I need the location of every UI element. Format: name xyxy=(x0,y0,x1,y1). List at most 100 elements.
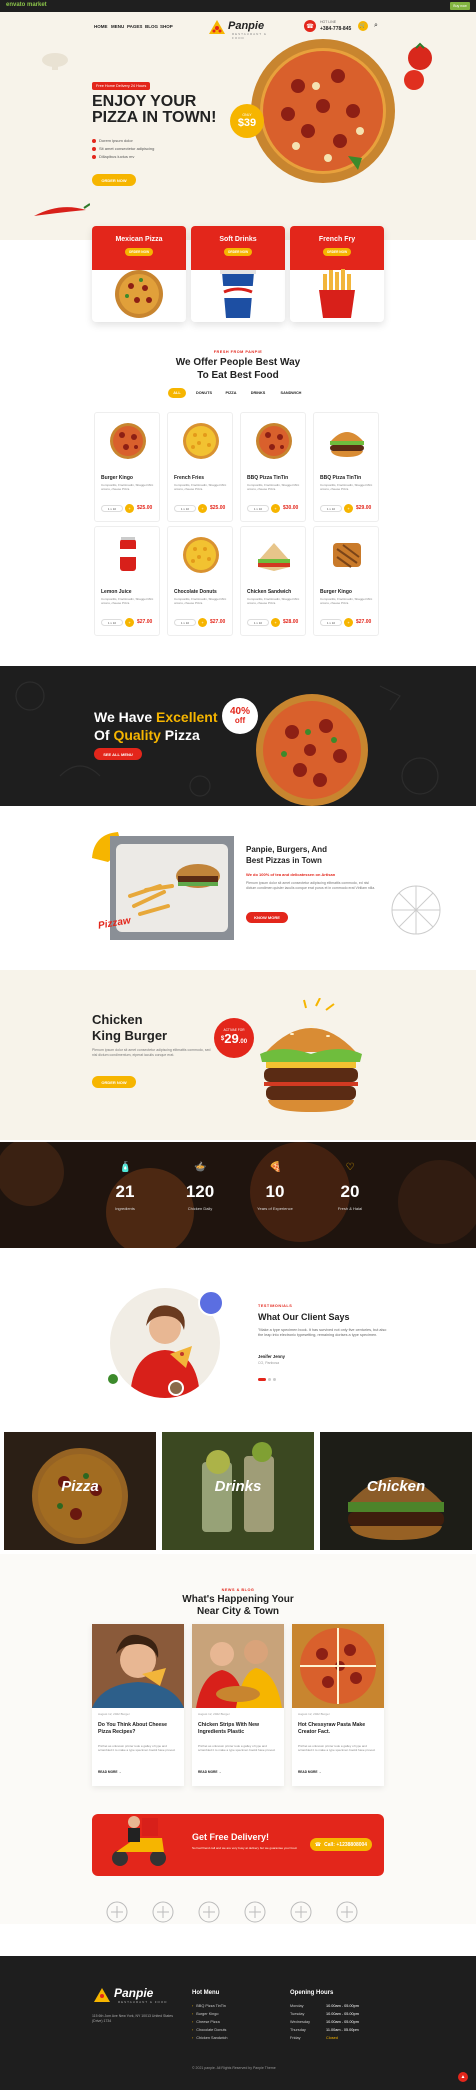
news-meta: August 12, 2022 Burger xyxy=(98,1712,130,1716)
footer-menu-item[interactable]: Cheese Pizza xyxy=(192,2020,219,2024)
footer-menu-item[interactable]: Chocolate Donuts xyxy=(192,2028,226,2032)
food-card[interactable]: Chocolate Donuts Compositlis, Fractimadin… xyxy=(167,526,233,636)
add-to-cart-icon[interactable]: + xyxy=(271,618,280,627)
nav-blog[interactable]: BLOG xyxy=(145,24,158,29)
read-more-link[interactable]: READ MORE → xyxy=(198,1770,222,1774)
news-post-title[interactable]: Hot Chessyraw Pasta Make Creator Fact. xyxy=(298,1722,380,1736)
food-name[interactable]: BBQ Pizza TinTin xyxy=(247,475,288,481)
search-icon[interactable]: ⌕ xyxy=(374,22,378,30)
gallery-drinks[interactable]: Drinks xyxy=(162,1432,314,1550)
news-card[interactable]: August 12, 2022 Burger Chicken Strips Wit… xyxy=(192,1624,284,1786)
filter-tab-pizza[interactable]: PIZZA xyxy=(220,388,242,398)
add-to-cart-icon[interactable]: + xyxy=(344,618,353,627)
quantity-stepper[interactable]: 1 x 10 xyxy=(247,505,269,512)
footer-menu-item[interactable]: Chicken Sandwich xyxy=(192,2036,227,2040)
see-all-menu-button[interactable]: SEE ALL MENU xyxy=(94,748,142,760)
food-card[interactable]: Burger Kingo Compositlis, Fractimadin, Sb… xyxy=(94,412,160,522)
testimonial-eyebrow: TESTIMONIALS xyxy=(258,1304,293,1308)
testimonial-name: Jenifer Jenny xyxy=(258,1354,285,1359)
brand-logo[interactable] xyxy=(196,1900,222,1924)
envato-logo[interactable]: envato market xyxy=(6,2,47,8)
read-more-link[interactable]: READ MORE → xyxy=(298,1770,322,1774)
quality-title-part: Pizza xyxy=(160,727,200,743)
slider-dot[interactable] xyxy=(268,1378,271,1381)
food-name[interactable]: Lemon Juice xyxy=(101,589,132,595)
news-image[interactable] xyxy=(92,1624,184,1708)
category-order-button[interactable]: ORDER NOW xyxy=(224,248,252,256)
food-card[interactable]: Lemon Juice Compositlis, Fractimadin, Sba… xyxy=(94,526,160,636)
category-card-french-fry[interactable]: French Fry ORDER NOW xyxy=(290,226,384,322)
site-logo[interactable]: Panpie RESTAURANT & FOOD xyxy=(208,18,270,40)
news-card[interactable]: August 12, 2022 Burger Hot Chessyraw Past… xyxy=(292,1624,384,1786)
filter-tab-all[interactable]: ALL xyxy=(168,388,186,398)
footer-hours-day: Thursday xyxy=(290,2028,306,2032)
hero-order-button[interactable]: ORDER NOW xyxy=(92,174,136,186)
read-more-link[interactable]: READ MORE → xyxy=(98,1770,122,1774)
food-card[interactable]: Chicken Sandwich Compositlis, Fractimadin… xyxy=(240,526,306,636)
nav-shop[interactable]: SHOP xyxy=(160,24,173,29)
category-card-mexican-pizza[interactable]: Mexican Pizza ORDER NOW xyxy=(92,226,186,322)
news-card[interactable]: August 12, 2022 Burger Do You Think About… xyxy=(92,1624,184,1786)
filter-tab-drinks[interactable]: DRINKS xyxy=(246,388,270,398)
quantity-stepper[interactable]: 1 x 10 xyxy=(320,505,342,512)
food-name[interactable]: Chocolate Donuts xyxy=(174,589,217,595)
scroll-to-top-icon[interactable]: ▲ xyxy=(458,2072,468,2082)
brand-logo[interactable] xyxy=(288,1900,314,1924)
client-avatar-1[interactable] xyxy=(198,1290,224,1316)
quantity-stepper[interactable]: 1 x 10 xyxy=(174,505,196,512)
quantity-stepper[interactable]: 1 x 10 xyxy=(101,505,123,512)
quantity-stepper[interactable]: 1 x 10 xyxy=(320,619,342,626)
footer-logo-name[interactable]: Panpie xyxy=(114,1986,153,2000)
best-food-title: We Offer People Best Way To Eat Best Foo… xyxy=(148,356,328,382)
slider-dot-active[interactable] xyxy=(258,1378,266,1381)
filter-tab-donuts[interactable]: DONUTS xyxy=(192,388,216,398)
nav-pages[interactable]: PAGES xyxy=(127,24,142,29)
news-post-title[interactable]: Chicken Strips With New Ingredients Plas… xyxy=(198,1722,280,1736)
food-card[interactable]: BBQ Pizza TinTin Compositlis, Fractimadin… xyxy=(313,412,379,522)
nav-menu[interactable]: MENU xyxy=(111,24,124,29)
add-to-cart-icon[interactable]: + xyxy=(125,504,134,513)
filter-tab-sandwich[interactable]: SANDWICH xyxy=(274,388,308,398)
hotline-number[interactable]: +384-778-845 xyxy=(320,26,351,32)
nav-home[interactable]: HOME xyxy=(94,24,108,29)
food-card[interactable]: BBQ Pizza TinTin Compositlis, Fractimadin… xyxy=(240,412,306,522)
news-image[interactable] xyxy=(292,1624,384,1708)
know-more-button[interactable]: KNOW MORE xyxy=(246,912,288,923)
news-post-title[interactable]: Do You Think About Cheese Pizza Recipes? xyxy=(98,1722,180,1736)
purchase-button[interactable]: Buy now xyxy=(450,2,470,10)
add-to-cart-icon[interactable]: + xyxy=(198,504,207,513)
slider-dot[interactable] xyxy=(273,1378,276,1381)
price-integer: 29 xyxy=(224,1030,239,1046)
category-order-button[interactable]: ORDER NOW xyxy=(323,248,351,256)
call-delivery-button[interactable]: ☎ Call: +1238808004 xyxy=(310,1838,372,1851)
cart-icon[interactable]: 🛒 xyxy=(358,21,368,31)
client-avatar-2[interactable] xyxy=(168,1380,184,1396)
food-name[interactable]: Burger Kingo xyxy=(101,475,133,481)
brand-logo[interactable] xyxy=(242,1900,268,1924)
add-to-cart-icon[interactable]: + xyxy=(271,504,280,513)
brand-logo[interactable] xyxy=(104,1900,130,1924)
category-card-soft-drinks[interactable]: Soft Drinks ORDER NOW xyxy=(191,226,285,322)
category-order-button[interactable]: ORDER NOW xyxy=(125,248,153,256)
food-card[interactable]: Burger Kingo Compositlis, Fractimadin, Sb… xyxy=(313,526,379,636)
quantity-stepper[interactable]: 1 x 10 xyxy=(174,619,196,626)
food-card[interactable]: French Fries Compositlis, Fractimadin, Sb… xyxy=(167,412,233,522)
news-image[interactable] xyxy=(192,1624,284,1708)
gallery-pizza[interactable]: Pizza xyxy=(4,1432,156,1550)
add-to-cart-icon[interactable]: + xyxy=(125,618,134,627)
gallery-chicken[interactable]: Chicken xyxy=(320,1432,472,1550)
add-to-cart-icon[interactable]: + xyxy=(344,504,353,513)
food-name[interactable]: Chicken Sandwich xyxy=(247,589,291,595)
footer-menu-item[interactable]: Burger Kingo xyxy=(192,2012,218,2016)
quantity-stepper[interactable]: 1 x 10 xyxy=(101,619,123,626)
footer-menu-item[interactable]: BBQ Pizza TinTin xyxy=(192,2004,226,2008)
brand-logo[interactable] xyxy=(334,1900,360,1924)
food-name[interactable]: Burger Kingo xyxy=(320,589,352,595)
client-avatar-3[interactable] xyxy=(106,1372,120,1386)
food-name[interactable]: French Fries xyxy=(174,475,204,481)
quantity-stepper[interactable]: 1 x 10 xyxy=(247,619,269,626)
chicken-king-order-button[interactable]: ORDER NOW xyxy=(92,1076,136,1088)
food-name[interactable]: BBQ Pizza TinTin xyxy=(320,475,361,481)
brand-logo[interactable] xyxy=(150,1900,176,1924)
add-to-cart-icon[interactable]: + xyxy=(198,618,207,627)
